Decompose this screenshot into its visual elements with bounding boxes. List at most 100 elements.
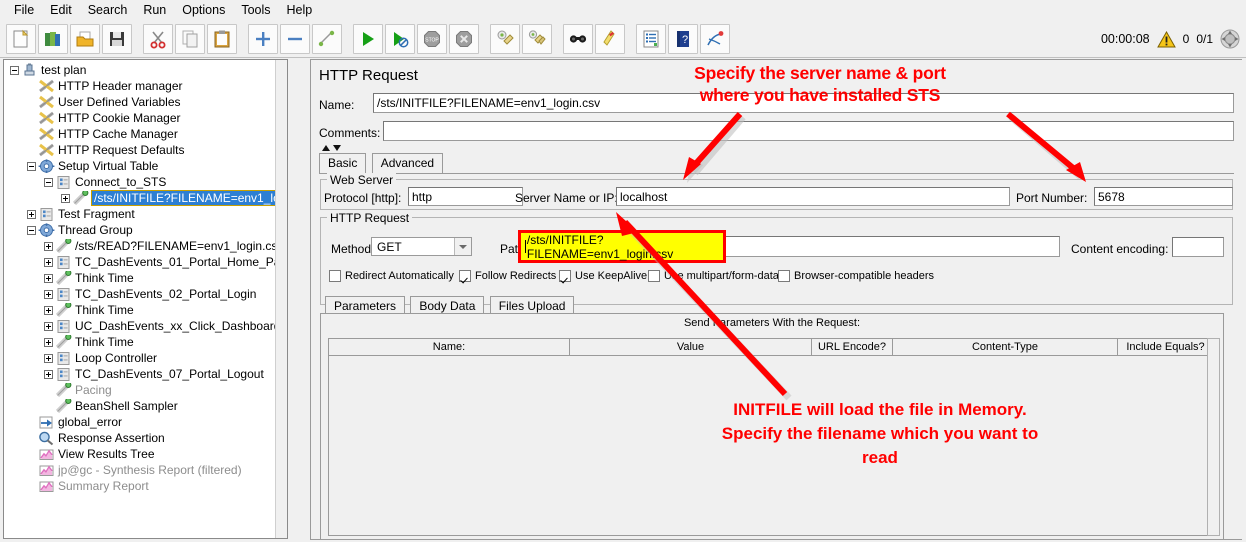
- help-icon[interactable]: ?: [668, 23, 698, 54]
- checkbox-box[interactable]: [329, 270, 341, 282]
- tree-item[interactable]: User Defined Variables: [4, 94, 287, 110]
- column-header-name[interactable]: Name:: [328, 338, 570, 356]
- copy-icon[interactable]: [175, 23, 205, 54]
- panel-splitter[interactable]: [289, 59, 296, 539]
- expand-node-icon[interactable]: [44, 241, 53, 251]
- expand-node-icon[interactable]: [61, 193, 70, 203]
- tree-vertical-scrollbar[interactable]: [275, 60, 287, 538]
- collapse-node-icon[interactable]: [27, 161, 36, 171]
- tree-item[interactable]: BeanShell Sampler: [4, 397, 287, 414]
- tree-item[interactable]: TC_DashEvents_07_Portal_Logout: [4, 366, 287, 382]
- column-header-url-encode[interactable]: URL Encode?: [811, 338, 893, 356]
- tree-item[interactable]: global_error: [4, 414, 287, 430]
- tree-item[interactable]: HTTP Cookie Manager: [4, 110, 287, 126]
- tree-item[interactable]: /sts/READ?FILENAME=env1_login.csv&READ: [4, 237, 287, 254]
- start-no-pauses-icon[interactable]: [385, 23, 415, 54]
- menu-file[interactable]: File: [6, 1, 42, 19]
- tab-advanced[interactable]: Advanced: [371, 153, 444, 173]
- tree-item[interactable]: test plan: [4, 62, 287, 78]
- checkbox-browser-compatible-headers[interactable]: Browser-compatible headers: [778, 270, 934, 282]
- menu-edit[interactable]: Edit: [42, 1, 80, 19]
- tree-item[interactable]: HTTP Request Defaults: [4, 142, 287, 158]
- menu-tools[interactable]: Tools: [233, 1, 278, 19]
- open-icon[interactable]: [70, 23, 100, 54]
- collapse-all-icon[interactable]: [280, 23, 310, 54]
- shutdown-icon[interactable]: [449, 23, 479, 54]
- search-icon[interactable]: [563, 23, 593, 54]
- cut-icon[interactable]: [143, 23, 173, 54]
- expand-node-icon[interactable]: [44, 273, 53, 283]
- column-header-include-equals[interactable]: Include Equals?: [1117, 338, 1214, 356]
- reset-search-icon[interactable]: [595, 23, 625, 54]
- toggle-icon[interactable]: [312, 23, 342, 54]
- protocol-input[interactable]: http: [408, 187, 523, 206]
- expand-node-icon[interactable]: [27, 209, 36, 219]
- tree-item[interactable]: Response Assertion: [4, 430, 287, 446]
- clear-all-icon[interactable]: [522, 23, 552, 54]
- expand-all-icon[interactable]: [248, 23, 278, 54]
- method-select[interactable]: GET: [371, 237, 472, 256]
- tree-item[interactable]: Pacing: [4, 381, 287, 398]
- expand-node-icon[interactable]: [44, 289, 53, 299]
- tree-item[interactable]: Think Time: [4, 301, 287, 318]
- tree-item[interactable]: /sts/INITFILE?FILENAME=env1_login.csv: [4, 189, 287, 206]
- expand-node-icon[interactable]: [44, 321, 53, 331]
- tree-item[interactable]: Connect_to_STS: [4, 174, 287, 190]
- collapse-node-icon[interactable]: [44, 177, 53, 187]
- checkbox-box[interactable]: [459, 270, 471, 282]
- tree-item[interactable]: Thread Group: [4, 222, 287, 238]
- menu-help[interactable]: Help: [279, 1, 321, 19]
- warning-triangle-icon[interactable]: [1156, 30, 1176, 48]
- expand-node-icon[interactable]: [44, 305, 53, 315]
- checkbox-redirect-automatically[interactable]: Redirect Automatically: [329, 270, 454, 282]
- chevron-down-icon[interactable]: [454, 238, 471, 255]
- tree-item[interactable]: UC_DashEvents_xx_Click_Dashboard: [4, 318, 287, 334]
- expand-node-icon[interactable]: [44, 257, 53, 267]
- collapse-node-icon[interactable]: [27, 225, 36, 235]
- tree-item[interactable]: Think Time: [4, 269, 287, 286]
- tab-basic[interactable]: Basic: [319, 153, 367, 173]
- menu-search[interactable]: Search: [80, 1, 136, 19]
- undo-icon[interactable]: [700, 23, 730, 54]
- checkbox-box[interactable]: [559, 270, 571, 282]
- function-helper-icon[interactable]: [636, 23, 666, 54]
- save-icon[interactable]: [102, 23, 132, 54]
- column-header-value[interactable]: Value: [569, 338, 812, 356]
- parameters-vertical-scrollbar[interactable]: [1207, 338, 1220, 536]
- paste-icon[interactable]: [207, 23, 237, 54]
- expand-node-icon[interactable]: [44, 353, 53, 363]
- menu-options[interactable]: Options: [174, 1, 233, 19]
- expand-node-icon[interactable]: [44, 369, 53, 379]
- collapse-node-icon[interactable]: [10, 65, 19, 75]
- checkbox-use-multipart-form-data[interactable]: Use multipart/form-data: [648, 270, 779, 282]
- clear-icon[interactable]: [490, 23, 520, 54]
- tree-item[interactable]: jp@gc - Synthesis Report (filtered): [4, 462, 287, 478]
- tree-item[interactable]: Think Time: [4, 333, 287, 350]
- path-input[interactable]: /sts/INITFILE?FILENAME=env1_login.csv: [518, 230, 726, 263]
- checkbox-box[interactable]: [778, 270, 790, 282]
- menu-run[interactable]: Run: [135, 1, 174, 19]
- tree-item[interactable]: Loop Controller: [4, 350, 287, 366]
- tree-item[interactable]: HTTP Cache Manager: [4, 126, 287, 142]
- checkbox-box[interactable]: [648, 270, 660, 282]
- tree-item[interactable]: Setup Virtual Table: [4, 158, 287, 174]
- port-number-input[interactable]: 5678: [1094, 187, 1233, 206]
- server-name-input[interactable]: localhost: [616, 187, 1010, 206]
- expand-node-icon[interactable]: [44, 337, 53, 347]
- tree-item[interactable]: TC_DashEvents_01_Portal_Home_Page: [4, 254, 287, 270]
- templates-icon[interactable]: [38, 23, 68, 54]
- start-icon[interactable]: [353, 23, 383, 54]
- tree-item[interactable]: Test Fragment: [4, 206, 287, 222]
- tree-item[interactable]: TC_DashEvents_02_Portal_Login: [4, 286, 287, 302]
- test-plan-tree[interactable]: test plan HTTP Header manager User Defined…: [3, 59, 288, 539]
- tree-item[interactable]: Summary Report: [4, 478, 287, 494]
- stop-icon[interactable]: STOP: [417, 23, 447, 54]
- comments-input[interactable]: [383, 121, 1234, 141]
- splitter-grip[interactable]: [290, 259, 295, 299]
- column-header-content-type[interactable]: Content-Type: [892, 338, 1118, 356]
- tree-item[interactable]: View Results Tree: [4, 446, 287, 462]
- content-encoding-input[interactable]: [1172, 237, 1224, 257]
- checkbox-follow-redirects[interactable]: Follow Redirects: [459, 270, 556, 282]
- checkbox-use-keepalive[interactable]: Use KeepAlive: [559, 270, 647, 282]
- new-icon[interactable]: [6, 23, 36, 54]
